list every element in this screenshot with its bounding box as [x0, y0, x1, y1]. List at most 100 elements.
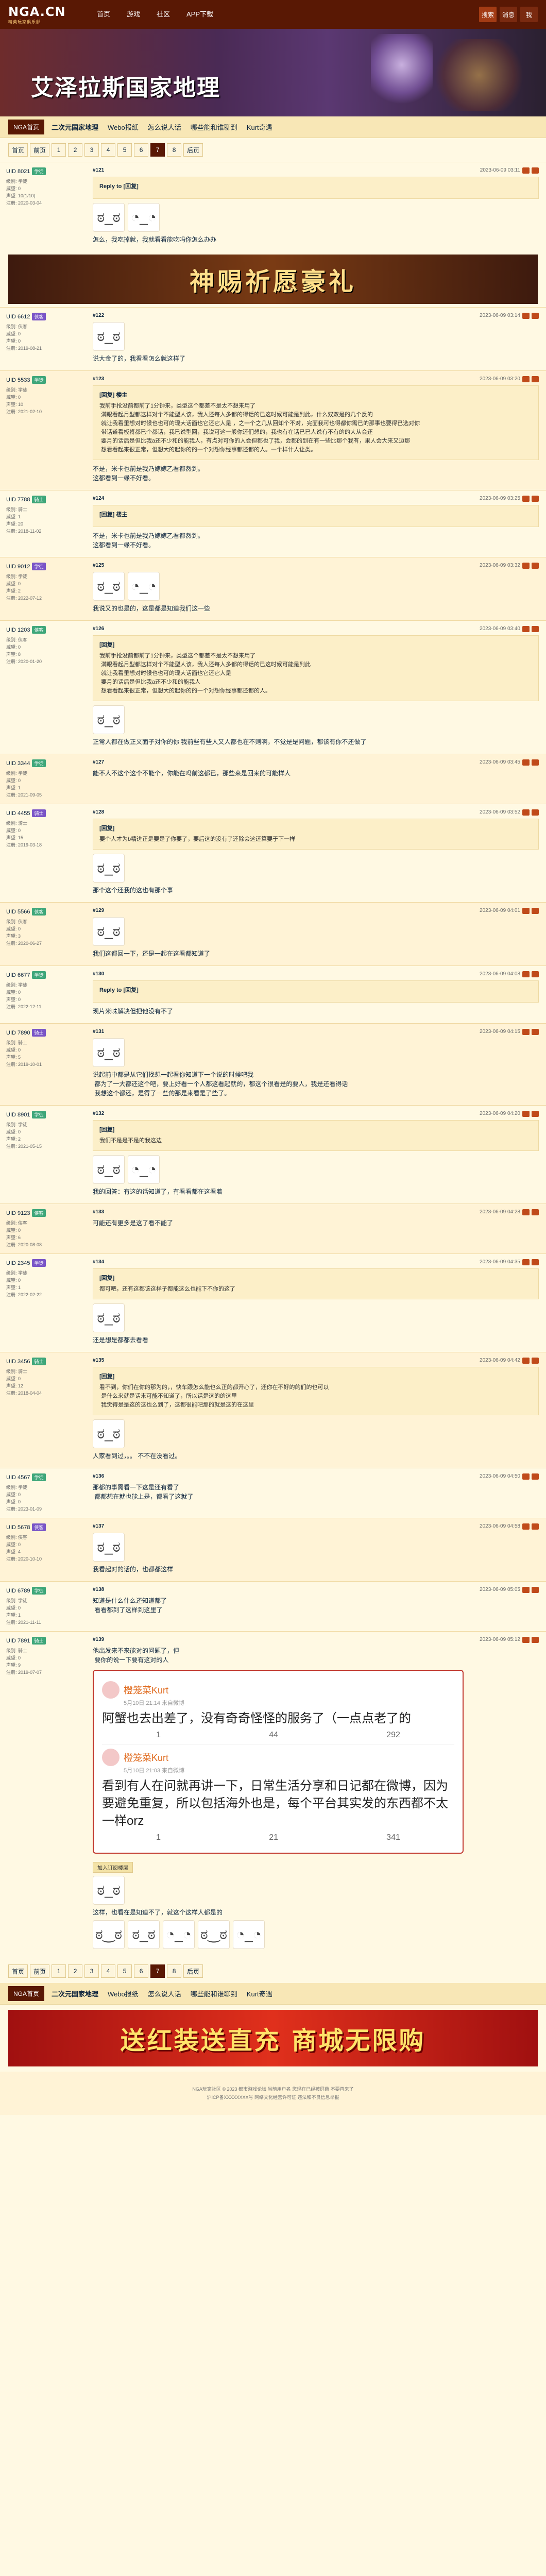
author-name[interactable]: UID 7890	[6, 1030, 30, 1036]
reply-icon[interactable]	[522, 563, 530, 569]
page-4[interactable]: 4	[101, 1964, 116, 1978]
author-name[interactable]: UID 9012	[6, 564, 30, 570]
quote-icon[interactable]	[532, 1029, 539, 1035]
quote-icon[interactable]	[532, 313, 539, 319]
reply-icon[interactable]	[522, 313, 530, 319]
author-name[interactable]: UID 5566	[6, 909, 30, 915]
subscribe-tag[interactable]: 加入订阅楼层	[93, 1862, 133, 1873]
page-4[interactable]: 4	[101, 143, 116, 157]
author-name[interactable]: UID 5533	[6, 377, 30, 383]
author-name[interactable]: UID 9123	[6, 1210, 30, 1216]
page-8[interactable]: 8	[167, 1964, 182, 1978]
page-3[interactable]: 3	[84, 143, 99, 157]
reply-icon[interactable]	[522, 759, 530, 766]
author-name[interactable]: UID 3456	[6, 1359, 30, 1365]
quote-icon[interactable]	[532, 626, 539, 632]
nav-community[interactable]: 社区	[148, 0, 178, 29]
page-first[interactable]: 首页	[8, 1964, 28, 1978]
author-name[interactable]: UID 5678	[6, 1524, 30, 1531]
subnav-link-1[interactable]: 二次元国家地理	[52, 122, 98, 132]
quote-header[interactable]: [回复]	[99, 824, 532, 833]
author-name[interactable]: UID 6677	[6, 972, 30, 978]
page-3[interactable]: 3	[84, 1964, 99, 1978]
author-name[interactable]: UID 7788	[6, 497, 30, 503]
page-2[interactable]: 2	[68, 1964, 83, 1978]
reply-icon[interactable]	[522, 1637, 530, 1643]
nav-games[interactable]: 游戏	[118, 0, 148, 29]
page-6[interactable]: 6	[134, 143, 149, 157]
floor-number[interactable]: #129	[93, 908, 104, 914]
floor-number[interactable]: #125	[93, 563, 104, 569]
reply-icon[interactable]	[522, 1259, 530, 1265]
quote-header[interactable]: [回复]	[99, 1274, 532, 1283]
floor-number[interactable]: #124	[93, 496, 104, 502]
quote-icon[interactable]	[532, 1209, 539, 1215]
subnav-home[interactable]: NGA首页	[8, 1986, 45, 2001]
floor-number[interactable]: #137	[93, 1523, 104, 1530]
quote-icon[interactable]	[532, 1587, 539, 1593]
quote-icon[interactable]	[532, 908, 539, 914]
reply-icon[interactable]	[522, 1523, 530, 1530]
quote-icon[interactable]	[532, 1259, 539, 1265]
floor-number[interactable]: #136	[93, 1473, 104, 1480]
quote-icon[interactable]	[532, 563, 539, 569]
subnav-link-1[interactable]: 二次元国家地理	[52, 1989, 98, 1998]
floor-number[interactable]: #131	[93, 1029, 104, 1035]
quote-icon[interactable]	[532, 971, 539, 977]
subnav-link-4[interactable]: 哪些能和谁聊到	[191, 122, 237, 132]
search-button[interactable]: 搜索	[479, 7, 497, 22]
subnav-link-5[interactable]: Kurt奇遇	[247, 122, 272, 132]
quote-header[interactable]: [回复]	[99, 641, 532, 650]
floor-number[interactable]: #122	[93, 313, 104, 319]
page-5[interactable]: 5	[117, 1964, 132, 1978]
floor-number[interactable]: #132	[93, 1111, 104, 1117]
floor-number[interactable]: #126	[93, 626, 104, 632]
bottom-ad-banner[interactable]: 送红装送直充 商城无限购	[8, 2010, 538, 2066]
page-prev[interactable]: 前页	[30, 1964, 50, 1978]
page-prev[interactable]: 前页	[30, 143, 50, 157]
page-7[interactable]: 7	[150, 143, 165, 157]
reply-icon[interactable]	[522, 1473, 530, 1480]
floor-number[interactable]: #138	[93, 1587, 104, 1593]
nav-app-download[interactable]: APP下载	[178, 0, 221, 29]
subnav-link-3[interactable]: 怎么说人话	[148, 122, 181, 132]
quote-header[interactable]: [回复] 楼主	[99, 511, 532, 519]
page-7[interactable]: 7	[150, 1964, 165, 1978]
floor-number[interactable]: #127	[93, 759, 104, 766]
quote-header[interactable]: [回复] 楼主	[99, 391, 532, 400]
author-name[interactable]: UID 4455	[6, 810, 30, 817]
page-6[interactable]: 6	[134, 1964, 149, 1978]
quote-header[interactable]: [回复]	[99, 1126, 532, 1134]
subnav-link-2[interactable]: Webo报纸	[108, 122, 139, 132]
floor-number[interactable]: #135	[93, 1358, 104, 1364]
author-name[interactable]: UID 6789	[6, 1588, 30, 1594]
floor-number[interactable]: #121	[93, 167, 104, 174]
quote-header[interactable]: [回复]	[99, 1372, 532, 1381]
reply-icon[interactable]	[522, 376, 530, 382]
subnav-link-4[interactable]: 哪些能和谁聊到	[191, 1989, 237, 1998]
floor-number[interactable]: #130	[93, 971, 104, 977]
reply-icon[interactable]	[522, 1029, 530, 1035]
quote-header[interactable]: Reply to [回复]	[99, 986, 532, 995]
page-next[interactable]: 后页	[183, 1964, 203, 1978]
quote-icon[interactable]	[532, 167, 539, 174]
quote-icon[interactable]	[532, 496, 539, 502]
reply-icon[interactable]	[522, 167, 530, 174]
quote-icon[interactable]	[532, 1358, 539, 1364]
reply-icon[interactable]	[522, 809, 530, 816]
quote-icon[interactable]	[532, 376, 539, 382]
author-name[interactable]: UID 6612	[6, 314, 30, 320]
quote-icon[interactable]	[532, 1637, 539, 1643]
page-1[interactable]: 1	[52, 1964, 66, 1978]
ad-banner[interactable]: 神赐祈愿豪礼	[8, 255, 538, 304]
subnav-link-5[interactable]: Kurt奇遇	[247, 1989, 272, 1998]
messages-button[interactable]: 消息	[500, 7, 517, 22]
page-2[interactable]: 2	[68, 143, 83, 157]
quote-icon[interactable]	[532, 1111, 539, 1117]
author-name[interactable]: UID 8901	[6, 1112, 30, 1118]
page-first[interactable]: 首页	[8, 143, 28, 157]
reply-icon[interactable]	[522, 1587, 530, 1593]
page-next[interactable]: 后页	[183, 143, 203, 157]
author-name[interactable]: UID 3344	[6, 760, 30, 767]
author-name[interactable]: UID 2345	[6, 1260, 30, 1266]
